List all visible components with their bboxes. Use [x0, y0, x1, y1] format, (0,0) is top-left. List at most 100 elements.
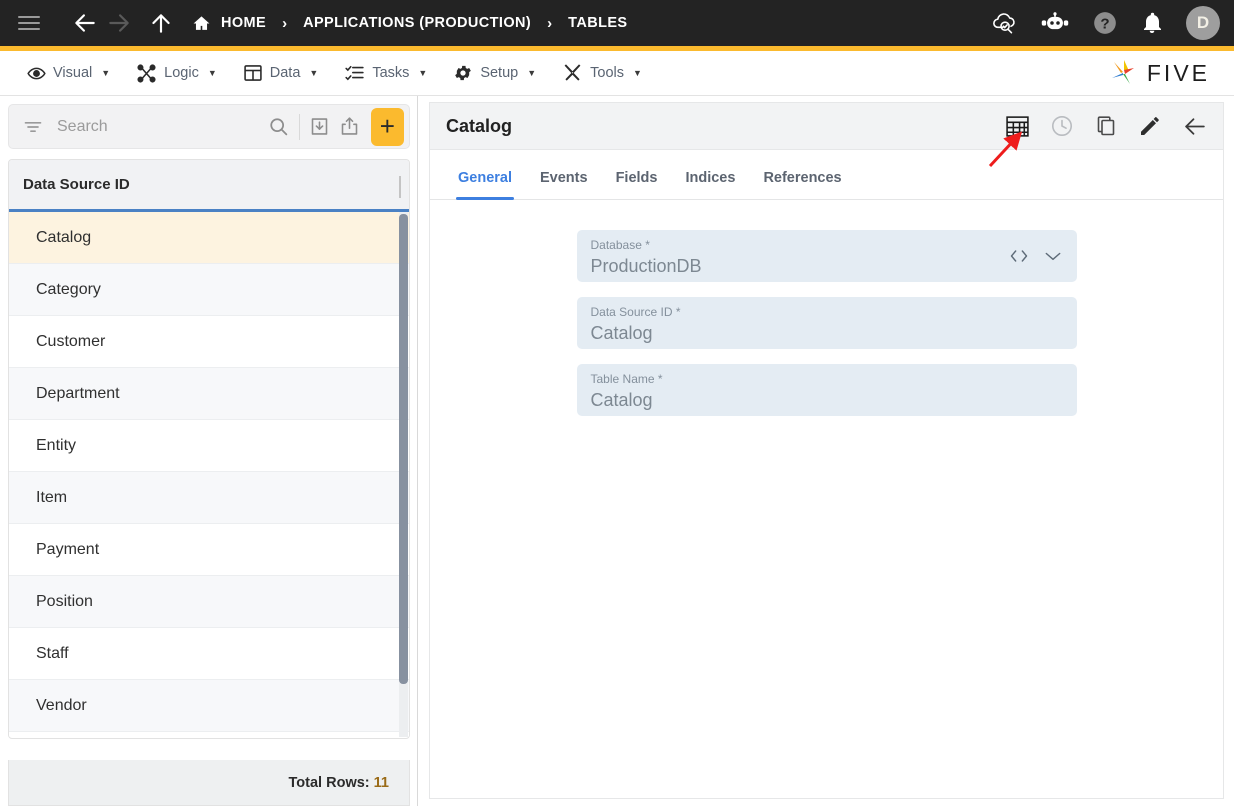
add-button[interactable]: +	[370, 107, 405, 146]
total-rows: Total Rows: 11	[289, 775, 389, 791]
home-icon	[192, 14, 211, 33]
tab-references[interactable]: References	[749, 170, 855, 199]
menu-data[interactable]: Data ▼	[230, 57, 332, 89]
detail-toolbar	[1005, 114, 1207, 139]
table-row[interactable]: Category	[9, 264, 409, 316]
table-row[interactable]: Vendor	[9, 680, 409, 732]
field-table-name[interactable]: Table Name * Catalog	[576, 364, 1077, 416]
filter-icon[interactable]	[23, 117, 43, 137]
table-row[interactable]: Payment	[9, 524, 409, 576]
table-row-label: Payment	[36, 540, 100, 558]
scrollbar-thumb[interactable]	[399, 214, 408, 684]
hamburger-menu-icon[interactable]	[18, 12, 40, 34]
menu-tasks[interactable]: Tasks ▼	[331, 57, 440, 89]
field-value-database: ProductionDB	[590, 256, 702, 276]
breadcrumb-label-applications: APPLICATIONS (PRODUCTION)	[303, 15, 532, 31]
table-grid-icon[interactable]	[1005, 114, 1030, 139]
top-bar-actions: ? D	[988, 6, 1220, 40]
breadcrumb-item-tables[interactable]: TABLES	[568, 15, 627, 31]
table-row-label: Item	[36, 488, 68, 506]
arrow-left-icon[interactable]	[68, 6, 102, 40]
chatbot-icon[interactable]	[1040, 11, 1070, 35]
table-row[interactable]: Staff	[9, 628, 409, 680]
search-icon[interactable]	[264, 110, 294, 144]
search-toolbar: +	[8, 104, 410, 149]
grid-footer: Total Rows: 11	[8, 760, 410, 806]
tab-events[interactable]: Events	[526, 170, 602, 199]
table-row-label: Customer	[36, 332, 106, 350]
tab-indices[interactable]: Indices	[671, 170, 749, 199]
table-row-label: Position	[36, 592, 93, 610]
menu-setup[interactable]: Setup ▼	[440, 57, 549, 89]
tables-list-panel: + Data Source ID Catalog Category Customer…	[0, 96, 418, 806]
column-header-data-source-id[interactable]: Data Source ID	[23, 176, 130, 193]
data-source-grid: Data Source ID Catalog Category Customer De…	[8, 159, 410, 739]
field-label-database: Database *	[590, 238, 650, 252]
table-row-label: Category	[36, 280, 101, 298]
field-label-data-source-id: Data Source ID *	[590, 305, 681, 319]
gear-icon	[453, 63, 473, 83]
history-clock-icon[interactable]	[1050, 114, 1074, 138]
bell-icon[interactable]	[1140, 11, 1164, 35]
tab-general[interactable]: General	[444, 170, 526, 200]
tab-fields[interactable]: Fields	[602, 170, 672, 199]
help-icon[interactable]: ?	[1092, 10, 1118, 36]
menu-logic-label: Logic	[164, 65, 199, 81]
breadcrumb-item-applications[interactable]: APPLICATIONS (PRODUCTION)	[303, 15, 531, 31]
menu-logic[interactable]: Logic ▼	[123, 58, 230, 89]
field-database[interactable]: Database * ProductionDB	[576, 230, 1077, 282]
grid-body: Catalog Category Customer Department Entity I…	[9, 212, 409, 737]
svg-text:?: ?	[1100, 15, 1109, 32]
table-row-label: Entity	[36, 436, 77, 454]
chevron-down-icon: ▼	[633, 68, 642, 78]
breadcrumb-separator-2: ›	[547, 14, 553, 32]
detail-header: Catalog	[429, 102, 1224, 149]
chevron-down-icon: ▼	[418, 68, 428, 78]
table-row[interactable]: Entity	[9, 420, 409, 472]
arrow-right-icon[interactable]	[102, 6, 136, 40]
toolbar-divider	[298, 113, 300, 140]
menu-setup-label: Setup	[480, 65, 519, 81]
add-button-label: +	[379, 111, 395, 141]
field-value-table-name: Catalog	[590, 390, 653, 410]
breadcrumb-item-home[interactable]: HOME	[192, 14, 266, 33]
table-row-label: Department	[36, 384, 120, 402]
table-row[interactable]: Customer	[9, 316, 409, 368]
table-row[interactable]: Position	[9, 576, 409, 628]
back-arrow-icon[interactable]	[1182, 114, 1207, 139]
five-pinwheel-icon	[1111, 60, 1134, 84]
field-value-data-source-id: Catalog	[590, 323, 653, 343]
general-form: Database * ProductionDB Data Source ID * Ca…	[430, 200, 1223, 416]
table-row[interactable]: Department	[9, 368, 409, 420]
menu-visual[interactable]: Visual ▼	[14, 58, 123, 89]
logic-nodes-icon	[136, 63, 157, 83]
import-download-icon[interactable]	[305, 110, 335, 144]
export-upload-icon[interactable]	[335, 110, 365, 144]
table-row[interactable]: Catalog	[9, 212, 409, 264]
field-data-source-id[interactable]: Data Source ID * Catalog	[576, 297, 1077, 349]
copy-icon[interactable]	[1094, 114, 1118, 138]
table-row-label: Staff	[36, 644, 69, 662]
chevron-down-icon: ▼	[207, 68, 217, 78]
user-avatar[interactable]: D	[1186, 6, 1220, 40]
menu-tools-label: Tools	[590, 65, 624, 81]
grid-vertical-scrollbar[interactable]	[399, 212, 408, 737]
menu-tools[interactable]: Tools ▼	[549, 57, 655, 89]
chevron-down-icon: ▼	[101, 68, 111, 78]
edit-pencil-icon[interactable]	[1138, 114, 1162, 138]
field-icons	[1009, 247, 1063, 265]
table-row[interactable]: Item	[9, 472, 409, 524]
grid-header-row: Data Source ID	[9, 160, 409, 212]
checklist-icon	[344, 63, 365, 83]
search-input[interactable]	[43, 117, 264, 136]
detail-tabs: General Events Fields Indices References	[430, 150, 1223, 200]
app-root: HOME › APPLICATIONS (PRODUCTION) › TABLE…	[0, 0, 1234, 806]
code-brackets-icon[interactable]	[1009, 247, 1029, 265]
field-label-table-name: Table Name *	[590, 372, 663, 386]
table-row-label: Vendor	[36, 696, 87, 714]
column-resize-handle[interactable]	[399, 176, 401, 198]
chevron-down-icon[interactable]	[1043, 247, 1063, 265]
table-row-empty	[9, 732, 409, 737]
arrow-up-icon[interactable]	[144, 6, 178, 40]
cloud-search-icon[interactable]	[988, 8, 1018, 38]
